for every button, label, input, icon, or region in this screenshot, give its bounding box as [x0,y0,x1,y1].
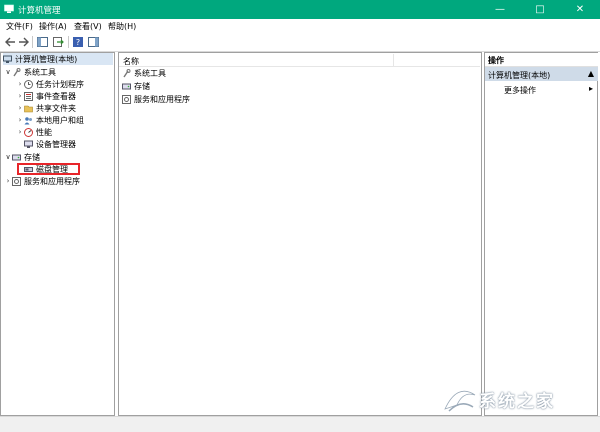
help-button[interactable]: ? [72,36,84,48]
services-icon [122,94,131,104]
help-icon: ? [73,37,83,47]
device-manager-icon [24,140,33,149]
list-item-label: 服务和应用程序 [134,94,190,104]
action-pane-icon [87,37,99,47]
tree-item-task-scheduler[interactable]: › 任务计划程序 [16,78,84,90]
chevron-right-icon[interactable]: › [16,80,24,88]
tree-item-local-users[interactable]: › 本地用户和组 [16,114,84,126]
tree-item-label: 共享文件夹 [36,103,76,113]
column-divider[interactable] [393,54,394,66]
tree-item-services[interactable]: › 服务和应用程序 [4,175,80,187]
storage-icon [12,153,21,162]
chevron-down-icon[interactable]: ∨ [4,68,12,76]
computer-management-icon [4,4,14,14]
submenu-arrow-icon: ▸ [588,84,593,93]
svg-text:?: ? [76,38,80,47]
toolbar-separator [32,36,33,48]
actions-header: 操作 [485,53,598,67]
action-pane-button[interactable] [87,36,99,48]
back-arrow-icon [4,37,15,47]
export-icon [52,37,64,47]
forward-button[interactable] [17,36,29,48]
back-button[interactable] [4,36,16,48]
tree-item-event-viewer[interactable]: › 事件查看器 [16,90,76,102]
clock-icon [24,79,33,89]
tree-item-device-manager[interactable]: 设备管理器 [24,138,76,150]
export-list-button[interactable] [52,36,64,48]
toolbar-separator [68,36,69,48]
more-actions-label: 更多操作 [504,86,536,95]
tree-item-label: 存储 [24,152,40,162]
chevron-right-icon[interactable]: › [16,128,24,136]
forward-arrow-icon [18,37,29,47]
performance-icon [24,127,33,137]
status-bar [0,416,600,432]
list-item-label: 存储 [134,81,150,91]
tree-item-label: 性能 [36,127,52,137]
chevron-right-icon[interactable]: › [16,104,24,112]
tree-item-label: 计算机管理(本地) [15,54,78,64]
tree-item-shared-folders[interactable]: › 共享文件夹 [16,102,76,114]
tree-item-performance[interactable]: › 性能 [16,126,52,138]
toolbar: ? [0,33,600,52]
chevron-right-icon[interactable]: › [16,92,24,100]
watermark-logo: 系统之家 [443,381,593,415]
list-item-storage[interactable]: 存储 [122,80,150,92]
actions-pane [484,52,598,416]
minimize-icon: — [495,4,505,15]
list-item-services[interactable]: 服务和应用程序 [122,93,190,105]
tree-item-label: 系统工具 [24,67,56,77]
collapse-up-icon[interactable]: ▲ [588,69,594,78]
actions-title: 操作 [488,56,504,65]
list-pane [118,52,482,416]
maximize-button[interactable]: □ [520,0,560,19]
users-icon [24,116,33,125]
computer-management-icon [3,55,12,64]
highlight-box [17,163,80,175]
maximize-icon: □ [535,4,545,15]
system-tools-icon [12,67,21,77]
chevron-right-icon[interactable]: › [4,177,12,185]
chevron-right-icon[interactable]: › [16,116,24,124]
minimize-button[interactable]: — [480,0,520,19]
system-tools-icon [122,68,131,78]
tree-item-root[interactable]: 计算机管理(本地) [3,53,113,65]
event-viewer-icon [24,91,33,101]
close-icon: ✕ [575,4,585,15]
tree-item-system-tools[interactable]: ∨ 系统工具 [4,66,56,78]
list-item-label: 系统工具 [134,68,166,78]
tree-item-label: 事件查看器 [36,91,76,101]
show-hide-tree-button[interactable] [36,36,48,48]
shared-folder-icon [24,104,33,113]
actions-section-label: 计算机管理(本地) [488,71,551,80]
tree-item-storage[interactable]: ∨ 存储 [4,151,40,163]
menu-help[interactable]: 帮助(H) [108,21,136,32]
list-item-system-tools[interactable]: 系统工具 [122,67,166,79]
menu-file[interactable]: 文件(F) [6,21,33,32]
tree-item-label: 任务计划程序 [36,79,84,89]
column-name-header[interactable]: 名称 [123,56,139,67]
tree-item-label: 本地用户和组 [36,115,84,125]
list-header: 名称 [119,54,480,67]
watermark-text: 系统之家 [479,392,555,412]
close-button[interactable]: ✕ [560,0,600,19]
tree-item-label: 服务和应用程序 [24,176,80,186]
tree-item-label: 设备管理器 [36,139,76,149]
menu-bar: 文件(F) 操作(A) 查看(V) 帮助(H) [0,19,600,33]
more-actions-item[interactable]: 更多操作 ▸ [485,83,598,96]
menu-action[interactable]: 操作(A) [39,21,67,32]
storage-icon [122,82,131,91]
actions-section-computer-management[interactable]: 计算机管理(本地) ▲ [485,67,598,81]
title-bar: 计算机管理 — □ ✕ [0,0,600,19]
computer-management-window: 计算机管理 — □ ✕ 文件(F) 操作(A) 查看(V) 帮助(H) ? 计算… [0,0,600,432]
window-title: 计算机管理 [18,6,61,16]
chevron-down-icon[interactable]: ∨ [4,153,12,161]
menu-view[interactable]: 查看(V) [74,21,102,32]
services-icon [12,176,21,186]
console-tree-icon [36,37,48,47]
